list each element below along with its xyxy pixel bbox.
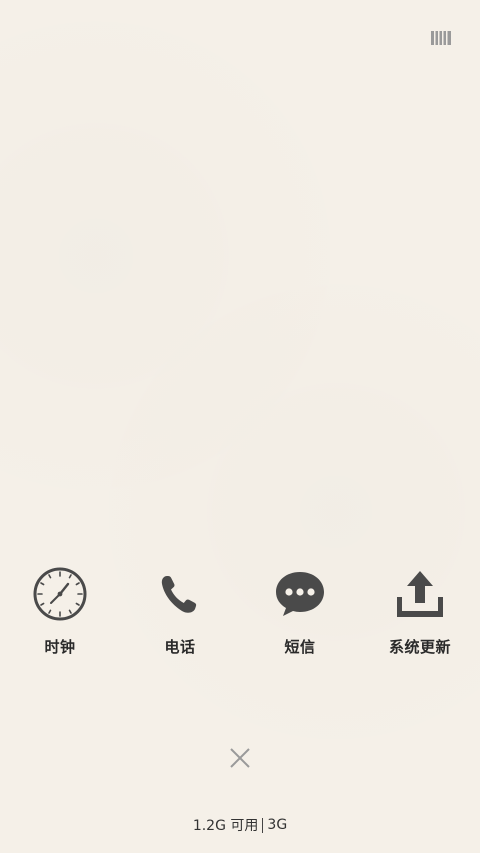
memory-available: 1.2G 可用 bbox=[192, 818, 259, 834]
close-icon bbox=[230, 748, 250, 768]
recents-screen: 时钟 电话 短信 系统更新 1.2G 可用 3G bbox=[0, 0, 480, 853]
upload-update-icon bbox=[392, 566, 448, 622]
app-label-phone: 电话 bbox=[164, 638, 196, 656]
app-messages[interactable]: 短信 bbox=[240, 566, 360, 666]
app-system-update[interactable]: 系统更新 bbox=[360, 566, 480, 666]
app-label-messages: 短信 bbox=[284, 638, 316, 656]
clear-all-button[interactable] bbox=[228, 746, 252, 770]
memory-status: 1.2G 可用 3G bbox=[0, 815, 480, 835]
clock-icon bbox=[32, 566, 88, 622]
memory-divider bbox=[262, 817, 264, 833]
app-phone[interactable]: 电话 bbox=[120, 566, 240, 666]
memory-total: 3G bbox=[267, 817, 288, 833]
recent-apps-row: 时钟 电话 短信 系统更新 bbox=[0, 566, 480, 666]
bars-manage-icon bbox=[431, 31, 451, 45]
manage-button[interactable] bbox=[430, 30, 452, 46]
message-bubble-icon bbox=[272, 566, 328, 622]
app-label-clock: 时钟 bbox=[44, 638, 76, 656]
app-label-system-update: 系统更新 bbox=[388, 638, 451, 656]
app-clock[interactable]: 时钟 bbox=[0, 566, 120, 666]
phone-icon bbox=[152, 566, 208, 622]
